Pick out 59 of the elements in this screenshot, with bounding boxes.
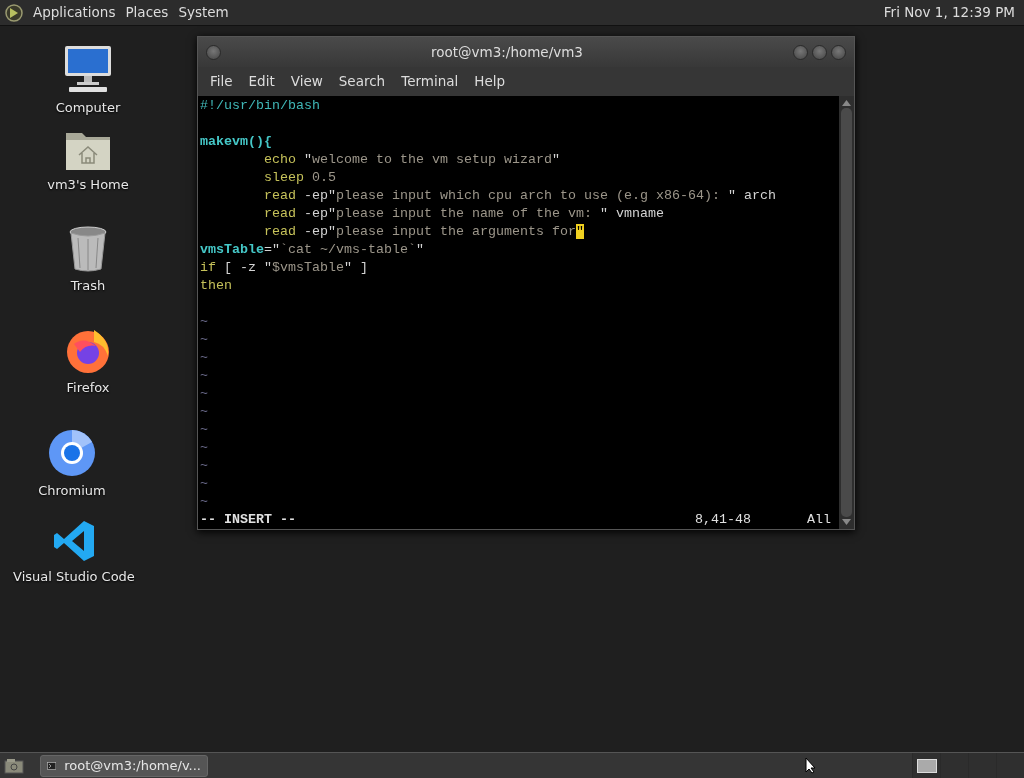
panel-menu[interactable]: Places (120, 2, 174, 23)
code-line: makevm(){ (200, 134, 272, 149)
minimize-button[interactable] (793, 44, 808, 60)
menu-item[interactable]: Terminal (393, 71, 467, 92)
empty-line-marker: ~ (200, 458, 208, 473)
desktop-icon-label[interactable]: Firefox (66, 378, 110, 398)
empty-line-marker: ~ (200, 404, 208, 419)
menu-item[interactable]: Help (466, 71, 514, 92)
desktop-icon-label[interactable]: Chromium (38, 481, 106, 501)
show-desktop-icon[interactable] (4, 756, 24, 775)
clock[interactable]: Fri Nov 1, 12:39 PM (878, 2, 1020, 23)
empty-line-marker: ~ (200, 476, 208, 491)
terminal-icon (47, 759, 57, 772)
code-line: read -ep"please input which cpu arch to use (e.g x86-64): " arch (264, 188, 776, 203)
menu-item[interactable]: File (202, 71, 241, 92)
code-line: #!/usr/bin/bash (200, 98, 320, 113)
empty-line-marker: ~ (200, 314, 208, 329)
code-line: read -ep"please input the arguments for" (264, 224, 584, 239)
empty-line-marker: ~ (200, 494, 208, 509)
code-line: then (200, 278, 232, 293)
empty-line-marker: ~ (200, 332, 208, 347)
empty-line-marker: ~ (200, 386, 208, 401)
mouse-pointer-icon (805, 757, 816, 774)
desktop-icon-label[interactable]: Computer (55, 98, 121, 118)
mode-indicator: -- INSERT -- (200, 511, 296, 529)
cursor-position: 8,41-48 (695, 511, 751, 529)
menu-item[interactable]: View (282, 71, 331, 92)
menu-item[interactable]: Edit (240, 71, 283, 92)
taskbar-button[interactable]: root@vm3:/home/v... (40, 754, 208, 777)
scroll-up-icon[interactable] (842, 100, 851, 106)
menu-item[interactable]: Search (330, 71, 394, 92)
code-line: echo "welcome to the vm setup wizard" (264, 152, 560, 167)
empty-line-marker: ~ (200, 368, 208, 383)
code-line: if [ -z "$vmsTable" ] (200, 260, 368, 275)
trash-icon (68, 226, 108, 272)
scrollbar[interactable] (839, 96, 854, 529)
empty-line-marker: ~ (200, 422, 208, 437)
logo-icon[interactable] (4, 2, 24, 23)
workspace-switcher[interactable] (912, 752, 1024, 778)
code-line: read -ep"please input the name of the vm: " vmname (264, 206, 664, 221)
desktop-icon-label[interactable]: vm3's Home (47, 175, 129, 195)
empty-line-marker: ~ (200, 350, 208, 365)
window-thumbnail-icon (916, 758, 937, 773)
panel-menu[interactable]: System (173, 2, 234, 23)
scroll-down-icon[interactable] (842, 519, 851, 525)
code-line: sleep 0.5 (264, 170, 336, 185)
vscode-icon (52, 519, 96, 563)
scroll-position: All (807, 511, 831, 529)
code-line: vmsTable="`cat ~/vms-table`" (200, 242, 424, 257)
window-menu-button[interactable] (206, 44, 221, 60)
desktop-icon-label[interactable]: Visual Studio Code (13, 567, 135, 587)
window-title: root@vm3:/home/vm3 (431, 42, 583, 62)
panel-menu[interactable]: Applications (28, 2, 121, 23)
close-button[interactable] (831, 44, 846, 60)
computer-icon (63, 44, 113, 94)
chromium-icon (48, 429, 96, 477)
maximize-button[interactable] (812, 44, 827, 60)
desktop-icon-label[interactable]: Trash (70, 276, 106, 296)
empty-line-marker: ~ (200, 440, 208, 455)
